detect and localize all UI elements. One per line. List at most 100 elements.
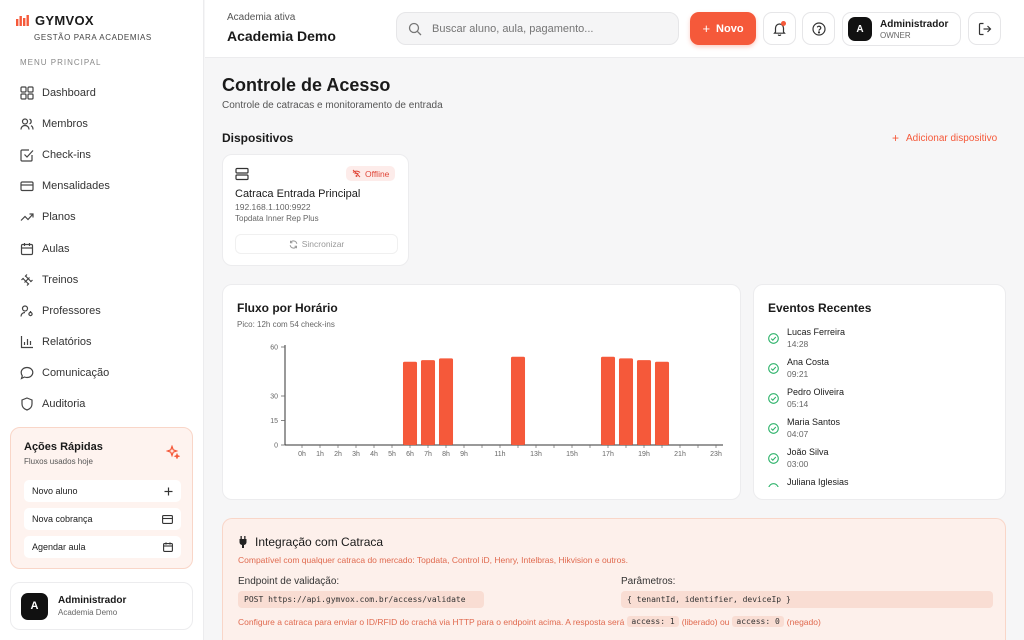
users-icon [20,118,34,130]
check-circle-icon [768,363,779,374]
x-tick-label: 5h [388,451,396,458]
bar-20h [654,361,670,445]
list-item[interactable]: Juliana Iglesias [768,477,998,487]
admin-role: OWNER [880,30,911,40]
calendar-icon [163,542,173,552]
y-tick-label: 0 [274,443,278,450]
x-tick-label: 17h [602,451,614,458]
message-icon [20,367,34,380]
sidebar-item-membros[interactable]: Membros [14,108,194,139]
list-item[interactable]: Lucas Ferreira 14:28 [768,327,998,357]
add-device-link[interactable]: + Adicionar dispositivo [892,131,997,145]
sidebar-item-label: Planos [42,211,76,224]
integration-title-text: Integração com Catraca [255,535,384,549]
flow-chart-card: Fluxo por Horário Pico: 12h com 54 check… [222,284,741,500]
x-tick-label: 9h [460,451,468,458]
sidebar-item-label: Auditoria [42,398,86,411]
sidebar-item-auditoria[interactable]: Auditoria [14,389,194,420]
devices-title: Dispositivos [222,131,294,145]
server-icon [235,167,249,181]
plus-icon: + [702,21,711,36]
add-device-label: Adicionar dispositivo [906,132,998,144]
quick-actions-subtitle: Fluxos usados hoje [24,457,93,466]
params-label: Parâmetros: [621,576,676,587]
user-key-icon [20,305,33,317]
status-text: Offline [365,168,390,179]
new-button-label: Novo [716,22,744,35]
sidebar-item-comunicacao[interactable]: Comunicação [14,358,194,389]
quick-action-novo-aluno[interactable]: Novo aluno [24,480,181,502]
sidebar-item-check-ins[interactable]: Check-ins [14,139,194,170]
search-icon [408,22,422,35]
admin-menu[interactable]: A Administrador OWNER [842,12,961,46]
bar-19h [636,360,652,445]
quick-action-agendar-aula[interactable]: Agendar aula [24,536,181,558]
integration-note: Configure a catraca para enviar o ID/RFI… [238,616,821,627]
wifi-off-icon [352,169,361,178]
logout-button[interactable] [968,12,1001,45]
brand-name: GYMVOX [35,13,94,28]
events-list: Lucas Ferreira 14:28 Ana Costa 09:21 Pedro… [768,327,998,487]
x-tick-label: 6h [406,451,414,458]
sidebar-item-professores[interactable]: Professores [14,295,194,326]
new-button[interactable]: + Novo [690,12,756,45]
sidebar-item-label: Relatórios [42,336,92,349]
sidebar-item-planos[interactable]: Planos [14,202,194,233]
x-tick-label: 2h [334,451,342,458]
quick-action-nova-cobranca[interactable]: Nova cobrança [24,508,181,530]
check-circle-icon [768,423,779,434]
event-time: 14:28 [787,339,809,349]
brand-subtitle: GESTÃO PARA ACADEMIAS [34,33,152,42]
quick-action-label: Agendar aula [32,542,86,552]
x-tick-label: 8h [442,451,450,458]
sidebar-item-mensalidades[interactable]: Mensalidades [14,171,194,202]
integration-title: Integração com Catraca [239,535,383,549]
checkbox-icon [20,149,34,162]
menu-title: MENU PRINCIPAL [20,58,102,67]
list-item[interactable]: Ana Costa 09:21 [768,357,998,387]
device-model: Topdata Inner Rep Plus [235,214,319,223]
device-card[interactable]: Offline Catraca Entrada Principal 192.16… [222,154,409,266]
avatar: A [848,17,872,41]
bar-8h [438,358,454,445]
search-bar[interactable] [396,12,679,45]
notifications-button[interactable] [763,12,796,45]
sidebar-item-label: Membros [42,117,88,130]
y-tick-label: 15 [270,418,278,425]
sidebar: GYMVOX GESTÃO PARA ACADEMIAS MENU PRINCI… [0,0,204,640]
brand: GYMVOX GESTÃO PARA ACADEMIAS [16,13,152,42]
logo-bars-icon [16,15,29,26]
shield-icon [21,397,33,412]
user-org: Academia Demo [58,608,118,617]
calendar-icon [20,242,34,255]
user-name: Administrador [58,595,127,606]
check-circle-icon [768,483,779,487]
sidebar-item-treinos[interactable]: Treinos [14,264,194,295]
sidebar-item-dashboard[interactable]: Dashboard [14,77,194,108]
event-name: Juliana Iglesias [787,477,849,487]
x-tick-label: 0h [298,451,306,458]
note-text: (liberado) ou [681,616,730,627]
list-item[interactable]: João Silva 03:00 [768,447,998,477]
list-item[interactable]: Maria Santos 04:07 [768,417,998,447]
note-text: (negado) [786,616,821,627]
search-input[interactable] [432,22,662,35]
plus-icon: + [892,131,900,145]
check-circle-icon [768,333,779,344]
sidebar-item-label: Professores [42,304,101,317]
help-button[interactable] [802,12,835,45]
sidebar-item-label: Treinos [42,273,79,286]
list-item[interactable]: Pedro Oliveira 05:14 [768,387,998,417]
sync-button[interactable]: Sincronizar [235,234,398,254]
flow-bar-chart: 0 15 30 60 0h 1h 2h 3h 4h 5h 6h 7h 8h 9h 11h 13h 15h 17h 1… [270,345,723,458]
plus-icon [164,487,173,495]
sidebar-item-aulas[interactable]: Aulas [14,233,194,264]
device-name: Catraca Entrada Principal [235,188,361,200]
event-name: Ana Costa [787,357,830,367]
quick-action-label: Novo aluno [32,486,78,496]
sidebar-item-label: Mensalidades [42,180,110,193]
sidebar-item-relatorios[interactable]: Relatórios [14,327,194,358]
sync-label: Sincronizar [301,239,345,249]
endpoint-label: Endpoint de validação: [238,576,340,587]
user-card[interactable]: A Administrador Academia Demo [10,582,193,630]
